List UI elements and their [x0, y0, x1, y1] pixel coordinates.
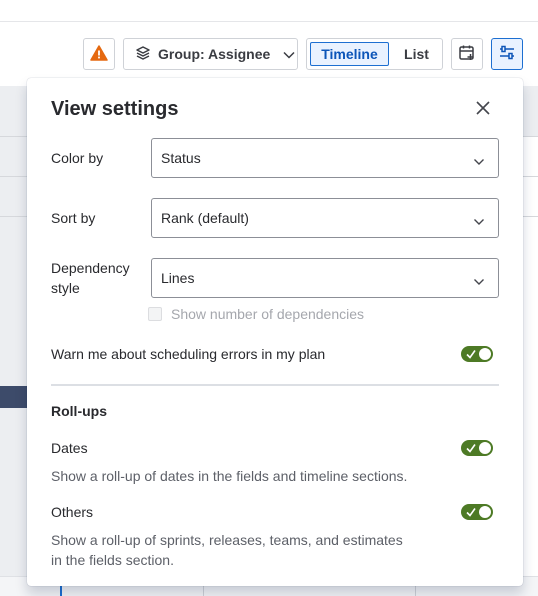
dependency-style-label-line1: Dependency	[51, 260, 130, 276]
chevron-down-icon	[283, 46, 295, 62]
timeline-background	[0, 86, 27, 596]
toggle-knob	[479, 348, 491, 360]
row-divider	[522, 136, 538, 137]
rollup-dates-label: Dates	[51, 440, 88, 456]
dependency-style-label-line2: style	[51, 280, 80, 296]
view-mode-switcher: Timeline List	[306, 38, 443, 70]
rollup-others-description: Show a roll-up of sprints, releases, tea…	[51, 530, 451, 570]
color-by-label: Color by	[51, 150, 104, 166]
rollup-others-label: Others	[51, 504, 94, 520]
dependency-style-select[interactable]: Lines	[151, 258, 499, 298]
group-by-button[interactable]: Group: Assignee	[123, 38, 298, 70]
rollup-dates-description: Show a roll-up of dates in the fields an…	[51, 468, 408, 484]
popup-title: View settings	[51, 98, 179, 120]
top-strip	[0, 0, 538, 22]
timeline-view-button[interactable]: Timeline	[310, 42, 389, 66]
warn-scheduling-label: Warn me about scheduling errors in my pl…	[51, 346, 326, 362]
sort-by-value: Rank (default)	[161, 210, 249, 226]
color-by-select[interactable]: Status	[151, 138, 499, 178]
rollup-others-description-line2: in the fields section.	[51, 552, 174, 568]
rollup-others-toggle[interactable]	[461, 504, 493, 520]
warning-button[interactable]	[83, 38, 115, 70]
show-dependencies-label: Show number of dependencies	[171, 306, 365, 322]
chevron-down-icon	[473, 273, 485, 289]
view-settings-icon	[498, 44, 516, 65]
warn-scheduling-toggle[interactable]	[461, 346, 493, 362]
view-settings-popup: View settings Color by Status Sort by Ra…	[27, 78, 523, 586]
timeline-bar	[0, 386, 27, 408]
close-icon	[476, 100, 490, 120]
warning-icon	[90, 44, 108, 64]
dependency-style-label: Dependency style	[51, 258, 130, 298]
divider	[51, 384, 499, 386]
row-divider	[522, 216, 538, 217]
row-divider	[0, 176, 27, 177]
rollup-dates-toggle[interactable]	[461, 440, 493, 456]
row-divider	[0, 216, 27, 217]
toggle-knob	[479, 442, 491, 454]
row-divider	[522, 176, 538, 177]
show-dependencies-option: Show number of dependencies	[148, 306, 364, 322]
check-icon	[466, 347, 476, 365]
toggle-knob	[479, 506, 491, 518]
check-icon	[466, 505, 476, 523]
sort-by-select[interactable]: Rank (default)	[151, 198, 499, 238]
view-settings-button[interactable]	[491, 38, 523, 70]
dependency-style-value: Lines	[161, 270, 195, 286]
row-divider	[0, 136, 27, 137]
chevron-down-icon	[473, 153, 485, 169]
color-by-value: Status	[161, 150, 201, 166]
sort-by-label: Sort by	[51, 210, 96, 226]
chevron-down-icon	[473, 213, 485, 229]
rollup-others-description-line1: Show a roll-up of sprints, releases, tea…	[51, 532, 403, 548]
calendar-button[interactable]	[451, 38, 483, 70]
timeline-header-right	[522, 86, 538, 136]
calendar-add-icon	[458, 44, 476, 65]
close-button[interactable]	[471, 98, 495, 122]
check-icon	[466, 441, 476, 459]
list-view-button[interactable]: List	[393, 42, 440, 66]
layers-icon	[135, 45, 151, 64]
show-dependencies-checkbox[interactable]	[148, 307, 162, 321]
rollups-heading: Roll-ups	[51, 403, 107, 419]
group-by-label: Group: Assignee	[158, 46, 271, 62]
